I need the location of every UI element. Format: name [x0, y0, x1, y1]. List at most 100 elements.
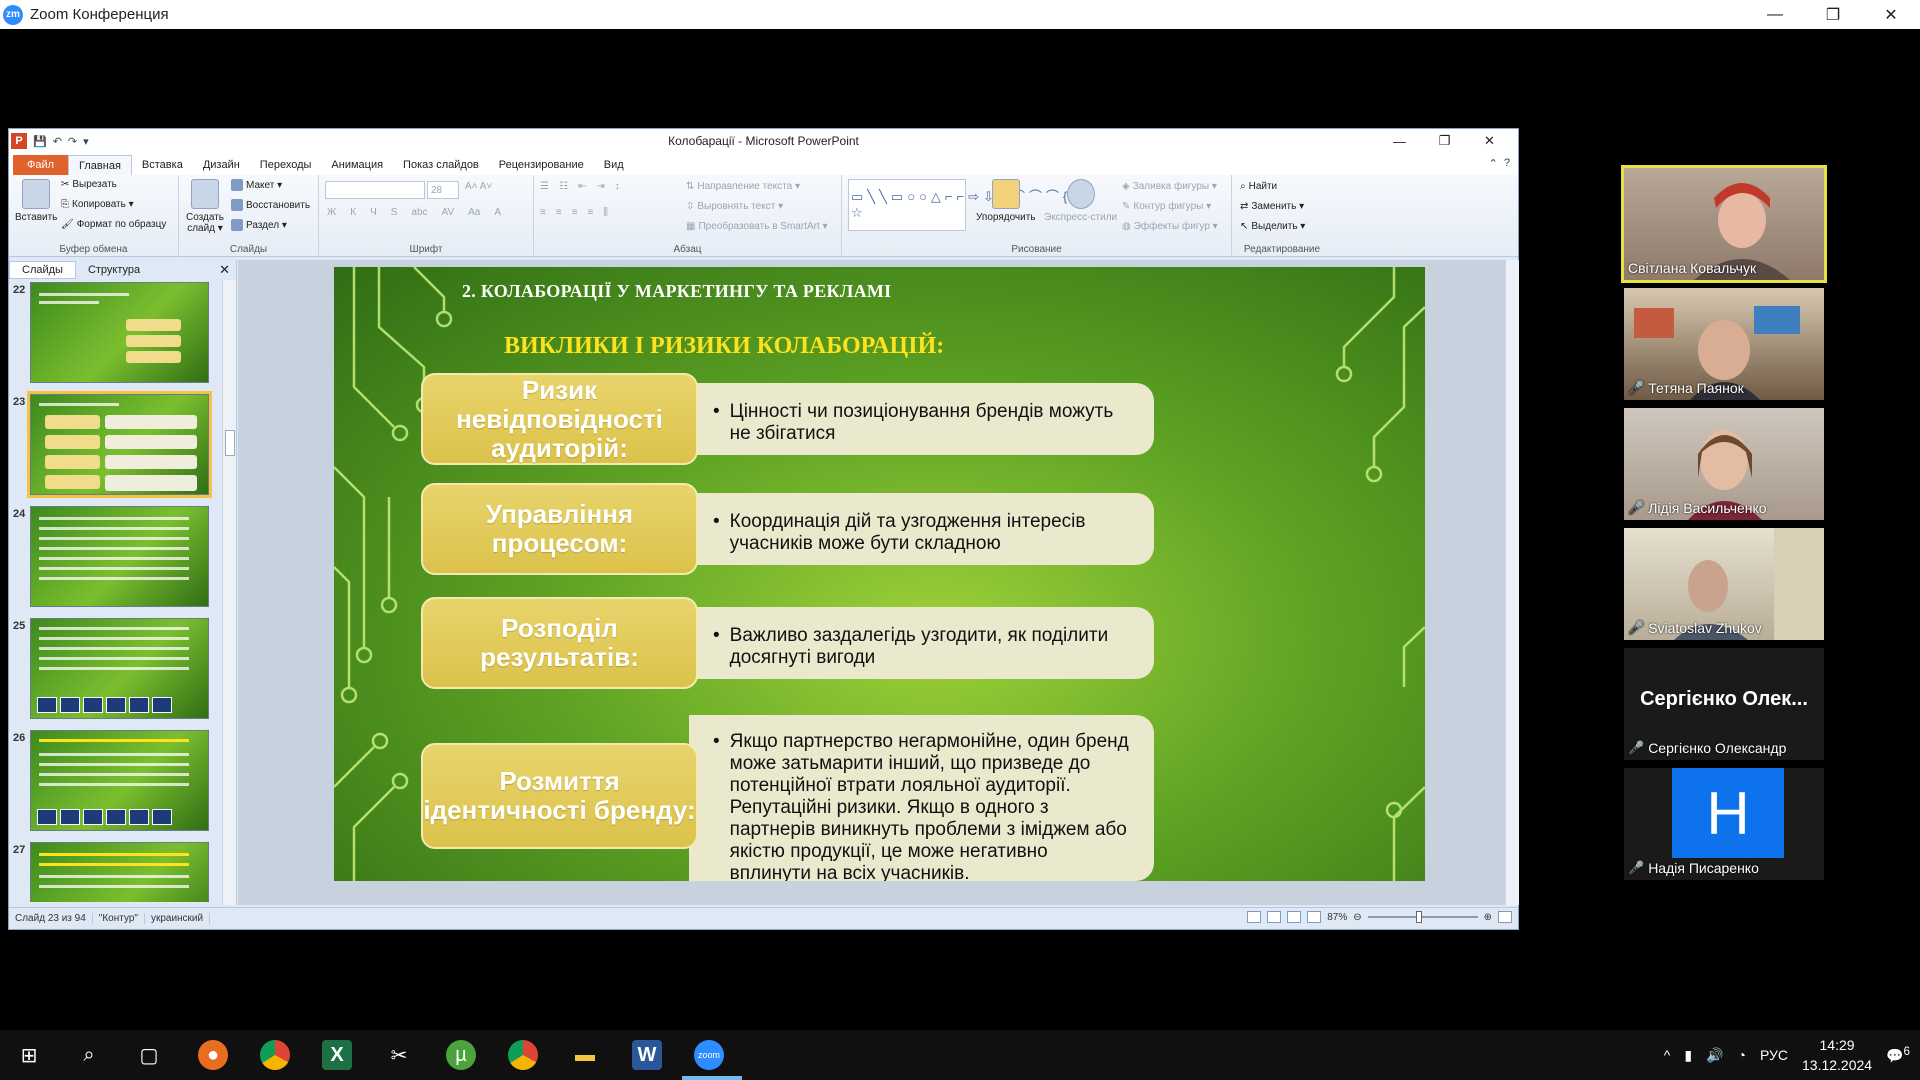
chevron-up-icon[interactable]: ^ [1664, 1047, 1671, 1063]
section-button[interactable]: Раздел ▾ [231, 219, 287, 231]
align-left-icon[interactable]: ≡ [540, 207, 546, 218]
numbering-icon[interactable]: ☷ [559, 181, 568, 192]
shapes-gallery[interactable]: ▭╲╲▭○○△⌐⌐⇨⇩△⌒⌒⌒{}☆ [848, 179, 1076, 231]
layout-button[interactable]: Макет ▾ [231, 179, 282, 191]
align-right-icon[interactable]: ≡ [572, 207, 578, 218]
task-view-icon[interactable]: ▢ [134, 1040, 164, 1070]
arrange-button[interactable]: Упорядочить [976, 179, 1036, 223]
input-language[interactable]: РУС [1760, 1047, 1788, 1063]
text-direction-button[interactable]: ⇅ Направление текста ▾ [686, 181, 800, 192]
new-slide-button[interactable]: Создать слайд ▾ [185, 179, 225, 234]
current-slide[interactable]: 2. КОЛАБОРАЦІЇ У МАРКЕТИНГУ ТА РЕКЛАМІ В… [334, 267, 1425, 881]
replace-button[interactable]: ⇄ Заменить ▾ [1240, 201, 1304, 212]
participant-tile[interactable]: Сергієнко Олек... 🎤 Сергієнко Олександр [1624, 648, 1824, 760]
justify-icon[interactable]: ≡ [588, 207, 594, 218]
italic-icon[interactable]: К [350, 207, 356, 218]
sorter-view-icon[interactable] [1267, 911, 1282, 923]
font-color-icon[interactable]: A [494, 207, 501, 218]
participant-tile[interactable]: H 🎤 Надія Писаренко [1624, 768, 1824, 880]
thumbnails-scrollbar[interactable] [222, 280, 236, 905]
zoom-in-icon[interactable]: ⊕ [1484, 912, 1492, 923]
paste-button[interactable]: Вставить [15, 179, 57, 223]
zoom-icon[interactable]: zoom [694, 1040, 724, 1070]
slide-scrollbar[interactable] [1505, 260, 1519, 905]
participant-tile-active[interactable]: Світлана Ковальчук [1621, 165, 1827, 283]
cut-button[interactable]: ✂ Вырезать [61, 179, 117, 190]
columns-icon[interactable]: ⫼ [603, 207, 608, 218]
slide-thumbnail[interactable] [30, 506, 209, 607]
word-icon[interactable]: W [632, 1040, 662, 1070]
participant-tile[interactable]: 🎤 Sviatoslav Zhukov [1624, 528, 1824, 640]
slide-thumbnail-row[interactable]: 23 [9, 391, 223, 500]
battery-icon[interactable]: ▮ [1684, 1047, 1692, 1064]
scrollbar-thumb[interactable] [225, 430, 235, 456]
participant-tile[interactable]: 🎤 Лідія Васильченко [1624, 408, 1824, 520]
strikethrough-icon[interactable]: abc [411, 207, 427, 218]
snipping-tool-icon[interactable]: ✂ [384, 1040, 414, 1070]
close-button[interactable]: ✕ [1862, 0, 1920, 29]
participant-tile[interactable]: 🎤 Тетяна Паянок [1624, 288, 1824, 400]
slide-thumbnail-row[interactable]: 22 [9, 282, 223, 388]
excel-icon[interactable]: X [322, 1040, 352, 1070]
quick-styles-button[interactable]: Экспресс-стили [1044, 179, 1117, 223]
tab-review[interactable]: Рецензирование [489, 155, 594, 175]
smartart-button[interactable]: ▦ Преобразовать в SmartArt ▾ [686, 221, 828, 232]
save-icon[interactable]: 💾 [33, 135, 47, 148]
tab-slides[interactable]: Слайды [9, 261, 76, 279]
slide-thumbnail[interactable] [30, 842, 209, 902]
slide-thumbnail-selected[interactable] [27, 391, 212, 498]
restore-button[interactable]: ❐ [1804, 0, 1862, 29]
customize-qat-icon[interactable]: ▾ [83, 135, 89, 148]
underline-icon[interactable]: Ч [370, 207, 377, 218]
shadow-icon[interactable]: S [391, 207, 398, 218]
zoom-level[interactable]: 87% [1327, 912, 1347, 923]
utorrent-icon[interactable]: µ [446, 1040, 476, 1070]
tab-view[interactable]: Вид [594, 155, 634, 175]
grow-font-icon[interactable]: A˄ A˅ [465, 181, 492, 192]
clock[interactable]: 14:29 13.12.2024 [1802, 1035, 1872, 1075]
close-icon[interactable]: ✕ [219, 262, 230, 278]
tab-outline[interactable]: Структура [76, 262, 152, 278]
shape-fill-button[interactable]: ◈ Заливка фигуры ▾ [1122, 181, 1217, 192]
bold-icon[interactable]: Ж [327, 207, 336, 218]
tab-home[interactable]: Главная [68, 155, 132, 175]
tab-animation[interactable]: Анимация [321, 155, 393, 175]
bullets-icon[interactable]: ☰ [540, 181, 549, 192]
collapse-ribbon-icon[interactable]: ⌃ [1489, 157, 1498, 170]
indent-icon[interactable]: ⇤ [578, 181, 586, 192]
help-icon[interactable]: ? [1504, 157, 1510, 170]
outdent-icon[interactable]: ⇥ [596, 181, 604, 192]
zoom-slider-knob[interactable] [1415, 911, 1422, 923]
ppt-close-button[interactable]: ✕ [1467, 129, 1512, 153]
tab-file[interactable]: Файл [13, 155, 69, 175]
slide-thumbnail[interactable] [30, 618, 209, 719]
slide-thumbnail[interactable] [30, 730, 209, 831]
find-button[interactable]: ⌕ Найти [1240, 181, 1277, 192]
font-family-select[interactable] [325, 181, 425, 199]
zoom-out-icon[interactable]: ⊖ [1353, 912, 1361, 923]
spacing-icon[interactable]: AV [442, 207, 455, 218]
file-explorer-icon[interactable]: ▬ [570, 1040, 600, 1070]
slide-thumbnail-row[interactable]: 26 [9, 730, 223, 836]
format-painter-button[interactable]: 🖌 Формат по образцу [61, 219, 166, 230]
align-text-button[interactable]: ⇳ Выровнять текст ▾ [686, 201, 783, 212]
chrome-icon[interactable] [508, 1040, 538, 1070]
windows-start-icon[interactable]: ⊞ [14, 1040, 44, 1070]
ppt-minimize-button[interactable]: — [1377, 129, 1422, 153]
font-size-select[interactable]: 28 [427, 181, 459, 199]
select-button[interactable]: ↖ Выделить ▾ [1240, 221, 1305, 232]
tab-slideshow[interactable]: Показ слайдов [393, 155, 489, 175]
undo-icon[interactable]: ↶ [53, 135, 62, 148]
chrome-icon[interactable] [260, 1040, 290, 1070]
slide-thumbnail-row[interactable]: 24 [9, 506, 223, 612]
language[interactable]: украинский [145, 913, 211, 924]
search-icon[interactable]: ⌕ [74, 1040, 104, 1070]
normal-view-icon[interactable] [1247, 911, 1262, 923]
slide-thumbnail-row[interactable]: 25 [9, 618, 223, 724]
fit-window-icon[interactable] [1498, 911, 1512, 923]
notifications-icon[interactable]: 💬6 [1886, 1045, 1910, 1065]
slide-thumbnail-row[interactable]: 27 [9, 842, 223, 902]
copy-button[interactable]: ⎘ Копировать ▾ [61, 199, 134, 210]
shape-effects-button[interactable]: ◍ Эффекты фигур ▾ [1122, 221, 1218, 232]
reading-view-icon[interactable] [1287, 911, 1302, 923]
